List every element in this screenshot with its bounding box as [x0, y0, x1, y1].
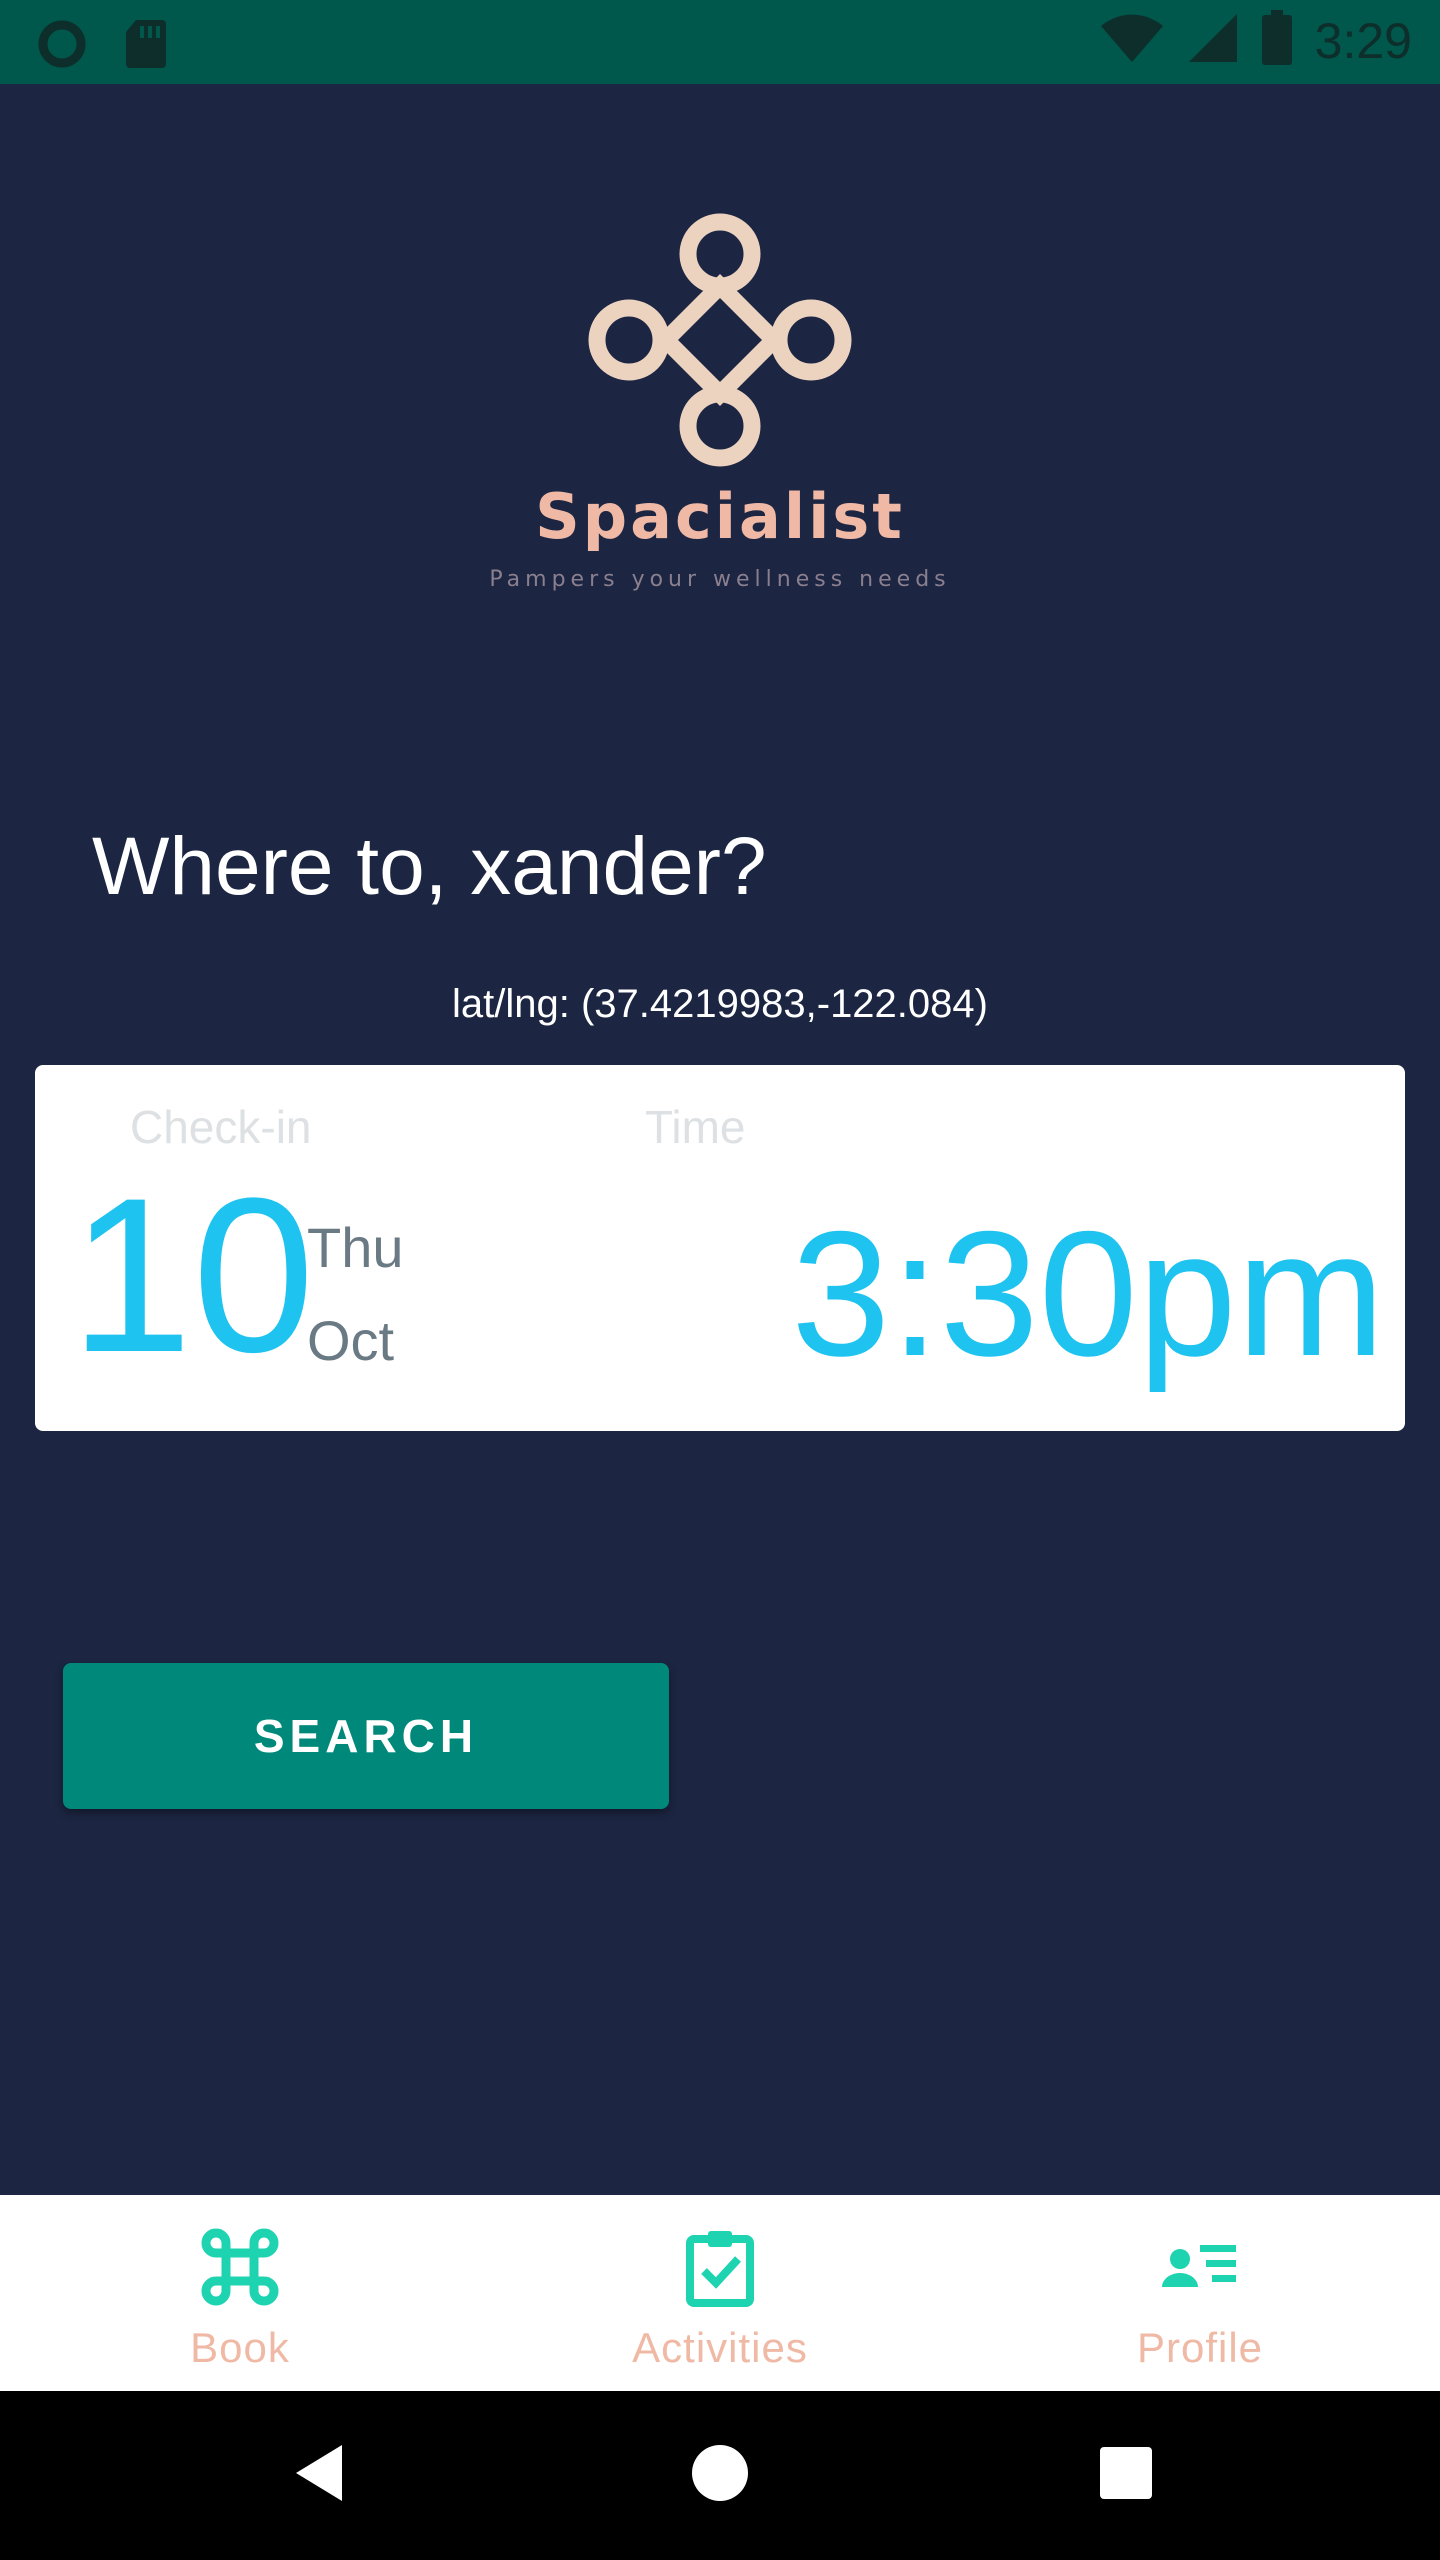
search-button[interactable]: SEARCH [63, 1663, 669, 1809]
location-coordinates: lat/lng: (37.4219983,-122.084) [452, 982, 988, 1026]
nav-label-activities: Activities [632, 2324, 808, 2371]
command-icon [200, 2227, 280, 2312]
nav-label-profile: Profile [1136, 2324, 1264, 2371]
back-icon[interactable] [290, 2441, 346, 2510]
greeting-heading: Where to, xander? [92, 821, 767, 912]
nav-item-profile[interactable]: Profile [960, 2195, 1440, 2391]
nav-label-book: Book [190, 2324, 290, 2371]
recents-icon[interactable] [1098, 2441, 1154, 2510]
nav-item-book[interactable]: Book [0, 2195, 480, 2391]
bottom-navigation: Book Activities Profile [0, 2195, 1440, 2391]
status-bar: 3:29 [0, 0, 1440, 84]
knot-logo-icon [0, 210, 1440, 470]
profile-list-icon [1160, 2227, 1240, 2312]
circle-notification-icon [36, 18, 88, 75]
sd-card-icon [124, 18, 168, 75]
system-navigation-bar [0, 2391, 1440, 2560]
time-picker[interactable]: 3:30pm [791, 1205, 1385, 1383]
nav-item-activities[interactable]: Activities [480, 2195, 960, 2391]
brand-name: Spacialist [535, 480, 905, 553]
battery-icon [1261, 10, 1293, 71]
status-time: 3:29 [1314, 12, 1412, 69]
brand-logo [0, 210, 1440, 470]
checkin-label: Check-in [130, 1101, 312, 1153]
brand-tagline: Pampers your wellness needs [489, 567, 951, 592]
cell-signal-icon [1187, 12, 1239, 69]
home-icon[interactable] [690, 2441, 750, 2510]
wifi-icon [1099, 12, 1165, 69]
checkin-month: Oct [307, 1309, 395, 1372]
checkin-day[interactable]: 10 [70, 1165, 315, 1385]
time-label: Time [645, 1101, 746, 1153]
checkin-weekday: Thu [307, 1216, 404, 1279]
clipboard-check-icon [680, 2227, 760, 2312]
booking-card: Check-in Time 10 Thu Oct 3:30pm [35, 1065, 1405, 1431]
